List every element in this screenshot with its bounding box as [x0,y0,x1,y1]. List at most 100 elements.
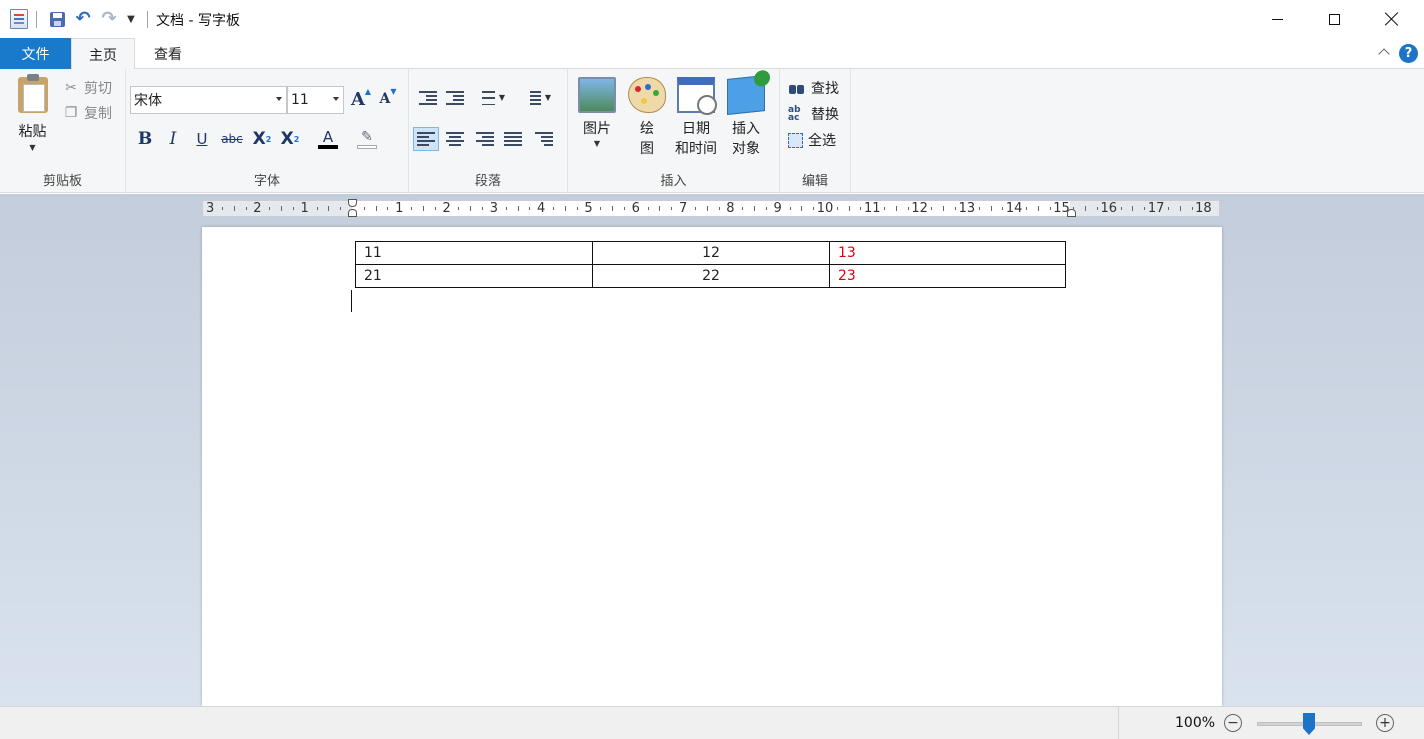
paste-button[interactable]: 粘贴 ▼ [10,74,55,163]
subscript-button[interactable]: X2 [249,127,275,151]
table-cell[interactable]: 13 [829,241,1066,265]
zoom-in-button[interactable]: + [1376,714,1394,732]
help-icon[interactable]: ? [1399,44,1418,63]
save-icon [49,11,65,27]
insert-datetime-button[interactable]: 日期 和时间 [672,77,720,159]
ruler-tick [458,207,460,210]
insert-picture-button[interactable]: 图片 ▼ [577,77,617,149]
insert-paint-drawing-button[interactable]: 绘 图 [627,77,667,159]
font-family-select[interactable]: 宋体 [130,86,287,114]
ruler-tick [281,206,283,211]
ruler-tick [340,207,342,210]
group-label-insert: 插入 [660,174,687,189]
ruler-label: 18 [1195,201,1212,216]
table-cell[interactable]: 11 [355,241,593,265]
superscript-button[interactable]: X2 [277,127,303,151]
paint-palette-icon [628,77,666,113]
ruler-tick [647,207,649,210]
increase-indent-button[interactable] [442,86,468,110]
document-page[interactable]: 11 12 13 21 22 23 [202,227,1222,706]
chevron-down-icon: ▼ [498,93,506,102]
grow-font-button[interactable]: A ▲ [349,86,373,111]
bullet-list-icon [477,91,495,105]
ruler-label: 1 [395,201,404,216]
replace-button[interactable]: ab ac 替换 [788,103,839,125]
table-row: 21 22 23 [355,264,1066,288]
copy-button[interactable]: ❐ 复制 [64,102,112,124]
cut-button[interactable]: ✂ 剪切 [64,77,112,99]
strikethrough-button[interactable]: abc [219,127,245,151]
paint-label-line1: 绘 [640,121,654,137]
bullets-button[interactable]: ▼ [473,86,509,110]
wordpad-app-icon[interactable] [10,9,28,29]
paragraph-icon [535,132,553,146]
line-spacing-button[interactable]: ▼ [519,86,555,110]
ribbon-tab-bar: 文件 主页 查看 ? [0,38,1424,70]
ruler-tick [387,207,389,210]
close-button[interactable] [1363,0,1421,38]
highlighter-icon: ✎ [361,128,373,145]
text-color-button[interactable]: A [310,127,346,151]
font-size-select[interactable]: 11 [287,86,344,114]
insert-object-icon [727,75,765,115]
select-all-button[interactable]: 全选 [788,129,836,151]
table-cell[interactable]: 12 [592,241,830,265]
zoom-out-button[interactable]: − [1224,714,1242,732]
paragraph-settings-button[interactable] [531,127,557,151]
font-size-value: 11 [291,92,309,108]
ruler[interactable]: 3 2 1 1 2 3 4 5 6 7 8 9 10 11 12 13 14 15 16 17 18 [202,199,1220,217]
tab-home[interactable]: 主页 [71,38,135,70]
highlight-color-swatch [357,144,377,149]
ruler-label: 17 [1147,201,1165,216]
underline-button[interactable]: U [189,127,215,151]
left-indent-marker[interactable] [348,209,357,217]
object-label-line1: 插入 [732,121,760,137]
zoom-slider-thumb[interactable] [1303,713,1315,735]
insert-group: 图片 ▼ 绘 图 日期 和时间 插入 对象 插入 [568,69,780,193]
ruler-label: 5 [584,201,593,216]
ruler-tick [470,206,472,211]
maximize-icon [1328,13,1340,25]
justify-icon [504,132,522,146]
ruler-tick [1144,207,1146,210]
ruler-label: 1 [300,201,309,216]
undo-button[interactable]: ↶ [73,9,93,29]
chevron-down-icon: ▼ [544,93,552,102]
highlight-color-button[interactable]: ✎ [349,127,385,151]
first-line-indent-marker[interactable] [348,199,357,207]
decrease-indent-button[interactable] [415,86,441,110]
ruler-tick [1049,207,1051,210]
copy-icon: ❐ [64,105,78,121]
replace-icon: ab ac [788,105,801,123]
group-label-font: 字体 [253,174,280,189]
save-button[interactable] [47,9,67,29]
italic-button[interactable]: I [160,127,186,151]
redo-button[interactable]: ↷ [99,9,119,29]
maximize-button[interactable] [1305,0,1363,38]
justify-button[interactable] [500,127,526,151]
table-cell[interactable]: 21 [355,264,593,288]
tab-view[interactable]: 查看 [138,38,198,70]
customize-quick-access-button[interactable]: ▼ [121,9,141,29]
group-label-paragraph: 段落 [474,174,501,189]
document-table[interactable]: 11 12 13 21 22 23 [355,241,1066,288]
align-left-button[interactable] [413,127,439,151]
bold-button[interactable]: B [132,127,158,151]
picture-label: 图片 [583,121,611,137]
table-cell[interactable]: 23 [829,264,1066,288]
shrink-font-button[interactable]: A ▼ [376,86,400,111]
table-cell[interactable]: 22 [592,264,830,288]
find-button[interactable]: 查找 [788,77,839,99]
clipboard-group: 粘贴 ▼ ✂ 剪切 ❐ 复制 剪贴板 [0,69,126,193]
object-label-line2: 对象 [732,141,760,157]
ruler-tick [1037,206,1039,211]
tab-file[interactable]: 文件 [0,38,71,69]
minimize-button[interactable] [1248,0,1306,38]
ruler-tick [742,207,744,210]
ruler-tick [363,207,365,210]
insert-object-button[interactable]: 插入 对象 [725,75,767,159]
align-center-button[interactable] [442,127,468,151]
calendar-clock-icon [677,77,717,115]
collapse-ribbon-icon[interactable] [1378,46,1390,58]
align-right-button[interactable] [472,127,498,151]
